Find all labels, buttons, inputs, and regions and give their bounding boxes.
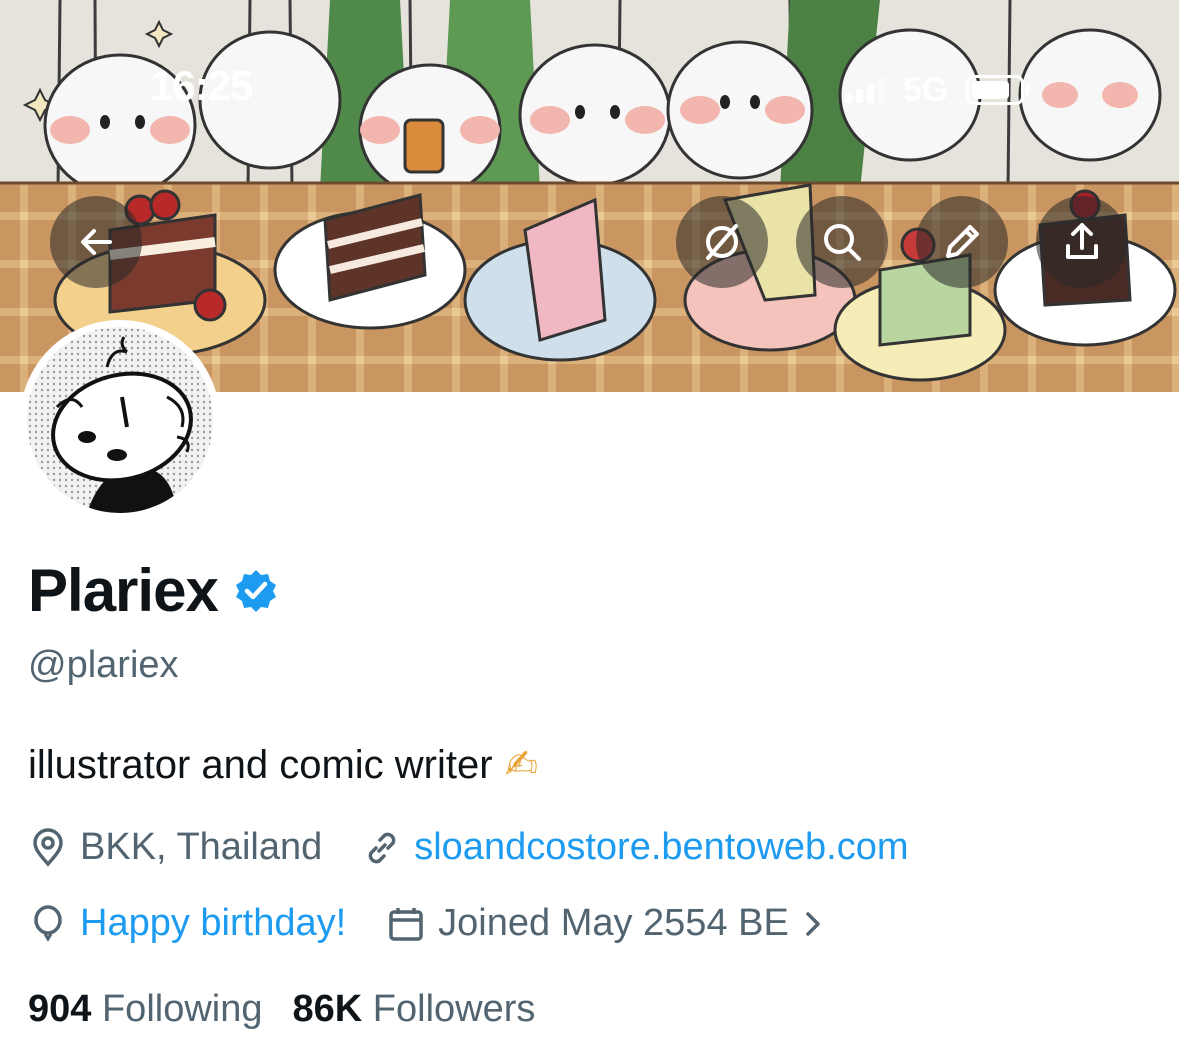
edit-button[interactable] — [916, 196, 1008, 288]
eye-off-icon — [706, 224, 738, 260]
search-icon — [824, 224, 861, 261]
followers-count: 86K — [292, 988, 363, 1030]
verified-badge-icon[interactable] — [232, 567, 280, 615]
battery-icon — [966, 75, 1030, 105]
share-icon — [1066, 223, 1098, 259]
display-name: Plariex — [28, 557, 219, 624]
search-button[interactable] — [796, 196, 888, 288]
bio-text: illustrator and comic writer — [28, 742, 493, 787]
writing-hand-emoji: ✍ — [504, 742, 539, 788]
avatar[interactable] — [20, 320, 220, 520]
hide-button[interactable] — [676, 196, 768, 288]
profile-meta-row-1: BKK, Thailand sloandcostore.bentoweb.com — [28, 826, 949, 869]
website-link[interactable]: sloandcostore.bentoweb.com — [414, 826, 908, 869]
follow-stats: 904 Following 86K Followers — [28, 988, 535, 1031]
network-type: 5G — [903, 70, 949, 109]
chevron-right-icon — [806, 911, 820, 936]
profile-banner[interactable]: 16:25 5G — [0, 0, 1179, 392]
arrow-left-icon — [81, 229, 112, 255]
display-name-row: Plariex — [28, 556, 280, 625]
join-date[interactable]: Joined May 2554 BE — [386, 902, 825, 945]
avatar-illustration — [27, 327, 213, 513]
join-date-text: Joined May 2554 BE — [438, 902, 789, 944]
location: BKK, Thailand — [28, 826, 322, 869]
status-time: 16:25 — [150, 62, 253, 109]
birthday-text[interactable]: Happy birthday! — [80, 902, 346, 945]
followers-stat[interactable]: 86K Followers — [293, 988, 536, 1031]
followers-label: Followers — [372, 988, 536, 1030]
location-text: BKK, Thailand — [80, 826, 323, 868]
pencil-icon — [946, 225, 979, 258]
balloon-icon — [34, 904, 62, 942]
username-handle: @plariex — [28, 644, 179, 686]
following-count: 904 — [28, 988, 92, 1030]
profile-meta-row-2: Happy birthday! Joined May 2554 BE — [28, 902, 865, 945]
following-stat[interactable]: 904 Following — [28, 988, 263, 1031]
signal-icon — [845, 77, 885, 103]
location-pin-icon — [33, 827, 63, 867]
share-button[interactable] — [1036, 196, 1128, 288]
following-label: Following — [101, 988, 263, 1030]
website[interactable]: sloandcostore.bentoweb.com — [362, 826, 909, 869]
link-icon — [368, 832, 396, 863]
status-indicators: 5G — [845, 70, 1030, 110]
banner-illustration — [0, 0, 1179, 392]
bio: illustrator and comic writer ✍ — [28, 742, 538, 788]
calendar-icon — [389, 907, 423, 941]
back-button[interactable] — [50, 196, 142, 288]
birthday: Happy birthday! — [28, 902, 346, 945]
